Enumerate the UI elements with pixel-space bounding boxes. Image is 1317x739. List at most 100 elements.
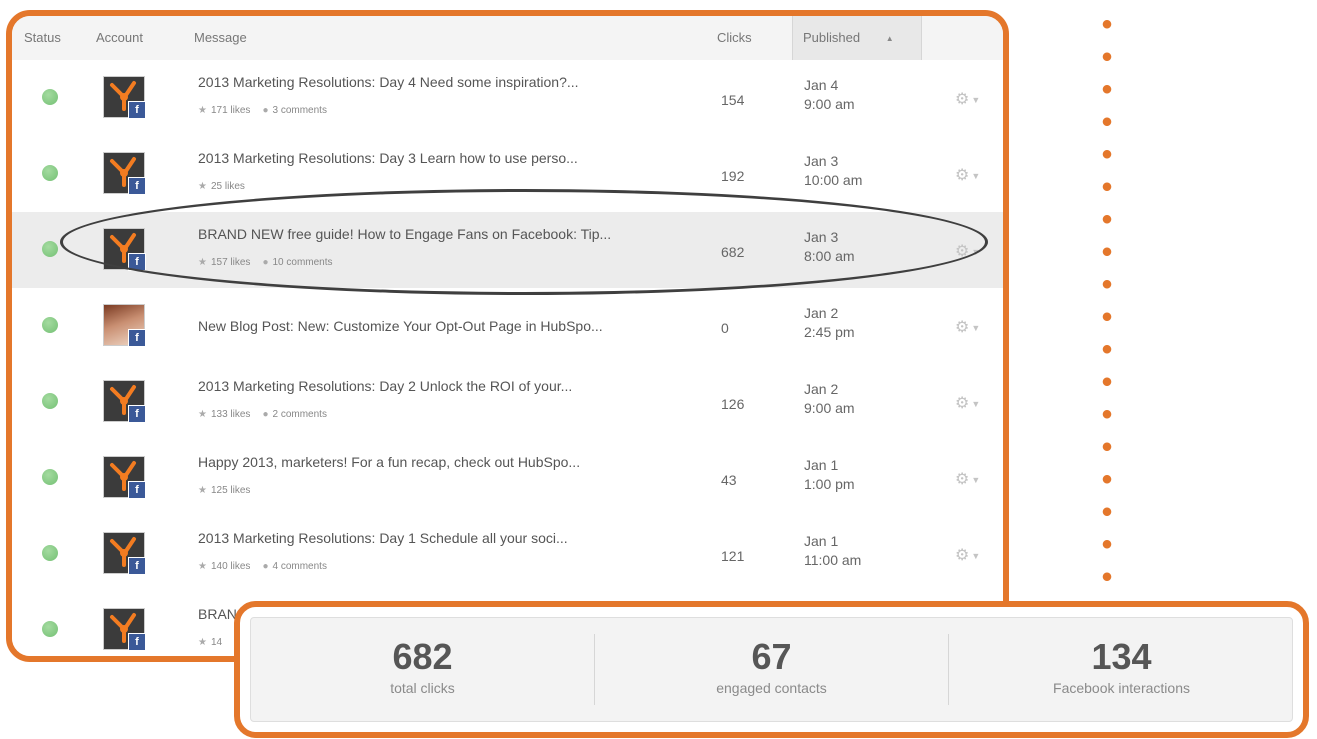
gear-icon[interactable]: ⚙ ▼ [955, 545, 980, 565]
status-indicator [42, 241, 58, 257]
account-avatar: f [103, 152, 146, 195]
post-message[interactable]: 2013 Marketing Resolutions: Day 2 Unlock… [198, 378, 688, 394]
gear-icon[interactable]: ⚙ ▼ [955, 469, 980, 489]
facebook-icon: f [128, 557, 146, 575]
table-row[interactable]: f BRAND NEW free guide! How to Engage Fan… [12, 212, 1003, 289]
gear-icon[interactable]: ⚙ ▼ [955, 317, 980, 337]
header-published[interactable]: Published ▲ [792, 16, 922, 60]
table-row[interactable]: f 2013 Marketing Resolutions: Day 3 Learn… [12, 136, 1003, 213]
star-icon: ★ [198, 257, 207, 268]
stat-engaged-contacts: 67 engaged contacts [595, 618, 948, 721]
chevron-down-icon: ▼ [971, 398, 981, 409]
comment-icon: ● [262, 561, 269, 572]
status-indicator [42, 165, 58, 181]
published-time: 11:00 am [804, 552, 862, 568]
dotted-connector [1101, 8, 1113, 598]
star-icon: ★ [198, 105, 207, 116]
chevron-down-icon: ▼ [971, 474, 981, 485]
table-row[interactable]: f 2013 Marketing Resolutions: Day 2 Unloc… [12, 364, 1003, 441]
star-icon: ★ [198, 637, 207, 648]
stat-value: 134 [1091, 636, 1152, 677]
clicks-count: 121 [721, 548, 745, 564]
published-date: Jan 3 [804, 229, 839, 245]
facebook-icon: f [128, 177, 146, 195]
post-message[interactable]: 2013 Marketing Resolutions: Day 3 Learn … [198, 150, 688, 166]
published-date: Jan 2 [804, 381, 839, 397]
gear-icon[interactable]: ⚙ ▼ [955, 241, 980, 261]
likes-count: 14 [210, 637, 223, 648]
published-date: Jan 1 [804, 457, 839, 473]
status-indicator [42, 469, 58, 485]
stat-label: Facebook interactions [1053, 680, 1190, 696]
stat-label: engaged contacts [716, 680, 827, 696]
star-icon: ★ [198, 561, 207, 572]
likes-count: 171 likes [210, 105, 251, 116]
likes-count: 157 likes [210, 257, 251, 268]
post-message[interactable]: 2013 Marketing Resolutions: Day 1 Schedu… [198, 530, 688, 546]
published-time: 2:45 pm [804, 324, 855, 340]
post-message[interactable]: 2013 Marketing Resolutions: Day 4 Need s… [198, 74, 688, 90]
chevron-down-icon: ▼ [971, 246, 981, 257]
post-message[interactable]: BRAND NEW free guide! How to Engage Fans… [198, 226, 688, 242]
status-indicator [42, 393, 58, 409]
post-engagement: ★ 25 likes [198, 181, 245, 192]
header-account: Account [96, 30, 143, 45]
published-time: 9:00 am [804, 400, 855, 416]
likes-count: 140 likes [210, 561, 251, 572]
post-engagement: ★ 14 [198, 637, 222, 648]
published-time: 10:00 am [804, 172, 863, 188]
post-message[interactable]: Happy 2013, marketers! For a fun recap, … [198, 454, 688, 470]
published-date: Jan 3 [804, 153, 839, 169]
published-date: Jan 1 [804, 533, 839, 549]
table-row[interactable]: f 2013 Marketing Resolutions: Day 4 Need … [12, 60, 1003, 137]
social-posts-table: Status Account Message Clicks Published … [6, 10, 1009, 662]
chevron-down-icon: ▼ [971, 550, 981, 561]
comment-icon: ● [262, 105, 269, 116]
status-indicator [42, 621, 58, 637]
likes-count: 125 likes [210, 485, 251, 496]
post-message[interactable]: New Blog Post: New: Customize Your Opt-O… [198, 318, 688, 334]
clicks-count: 154 [721, 92, 745, 108]
star-icon: ★ [198, 181, 207, 192]
table-row[interactable]: f Happy 2013, marketers! For a fun recap,… [12, 440, 1003, 517]
published-datetime: Jan 1 11:00 am [804, 532, 861, 570]
published-datetime: Jan 2 2:45 pm [804, 304, 855, 342]
star-icon: ★ [198, 409, 207, 420]
account-avatar: f [103, 228, 146, 271]
facebook-icon: f [128, 253, 146, 271]
gear-icon[interactable]: ⚙ ▼ [955, 393, 980, 413]
gear-icon[interactable]: ⚙ ▼ [955, 165, 980, 185]
header-clicks[interactable]: Clicks [717, 30, 752, 45]
stat-facebook-interactions: 134 Facebook interactions [949, 618, 1294, 721]
table-row[interactable]: f New Blog Post: New: Customize Your Opt-… [12, 288, 1003, 365]
stat-total-clicks: 682 total clicks [251, 618, 594, 721]
published-time: 9:00 am [804, 96, 855, 112]
gear-icon[interactable]: ⚙ ▼ [955, 89, 980, 109]
clicks-count: 0 [721, 320, 729, 336]
facebook-icon: f [128, 633, 146, 651]
comments-count: 2 comments [272, 409, 327, 420]
header-status: Status [24, 30, 61, 45]
published-datetime: Jan 3 8:00 am [804, 228, 855, 266]
account-avatar: f [103, 76, 146, 119]
comments-count: 3 comments [272, 105, 327, 116]
comment-icon: ● [262, 257, 269, 268]
post-engagement: ★ 171 likes ● 3 comments [198, 105, 327, 116]
status-indicator [42, 89, 58, 105]
post-engagement: ★ 125 likes [198, 485, 250, 496]
comments-count: 10 comments [272, 257, 333, 268]
stat-label: total clicks [390, 680, 455, 696]
stats-summary: 682 total clicks 67 engaged contacts 134… [250, 617, 1293, 722]
post-engagement: ★ 133 likes ● 2 comments [198, 409, 327, 420]
likes-count: 25 likes [210, 181, 245, 192]
status-indicator [42, 317, 58, 333]
comment-icon: ● [262, 409, 269, 420]
clicks-count: 192 [721, 168, 745, 184]
account-avatar: f [103, 608, 146, 651]
account-avatar: f [103, 532, 146, 575]
published-datetime: Jan 3 10:00 am [804, 152, 862, 190]
stats-panel: 682 total clicks 67 engaged contacts 134… [234, 601, 1309, 738]
chevron-down-icon: ▼ [971, 94, 981, 105]
table-row[interactable]: f 2013 Marketing Resolutions: Day 1 Sched… [12, 516, 1003, 593]
facebook-icon: f [128, 329, 146, 347]
